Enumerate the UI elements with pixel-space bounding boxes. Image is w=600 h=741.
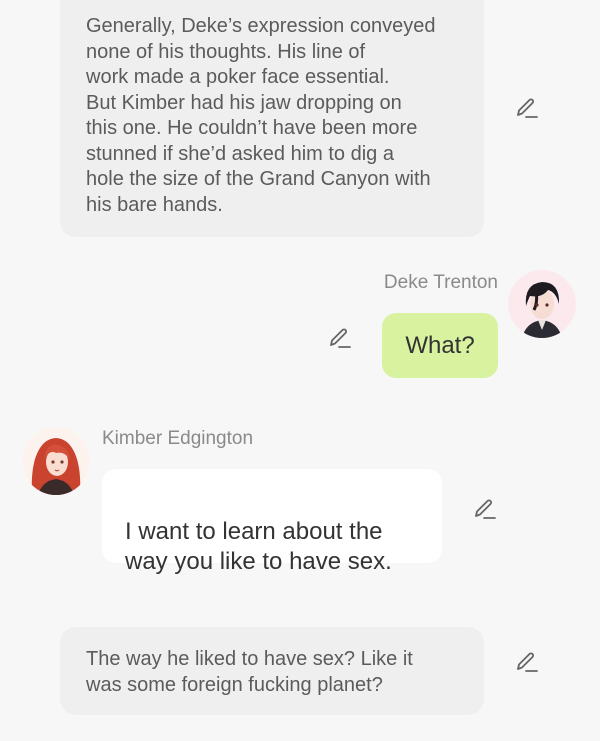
message-text: What? — [405, 331, 475, 359]
edit-icon[interactable] — [325, 324, 353, 352]
narration-bubble: Generally, Deke’s expression conveyed no… — [60, 0, 484, 237]
narration-text: The way he liked to have sex? Like it wa… — [86, 648, 413, 696]
message-text: I want to learn about the way you like t… — [125, 518, 392, 575]
chat-story-view: Generally, Deke’s expression conveyed no… — [0, 0, 600, 741]
speaker-name-deke: Deke Trenton — [383, 272, 498, 293]
message-bubble-kimber: I want to learn about the way you like t… — [102, 469, 442, 575]
avatar-kimber[interactable] — [22, 427, 90, 495]
edit-icon[interactable] — [470, 495, 498, 523]
message-bubble-deke: What? — [382, 313, 498, 378]
avatar-deke[interactable] — [508, 270, 576, 338]
narration-text: Generally, Deke’s expression conveyed no… — [86, 15, 436, 216]
speaker-name-kimber: Kimber Edgington — [102, 428, 254, 449]
edit-icon[interactable] — [512, 94, 540, 122]
edit-icon[interactable] — [512, 648, 540, 676]
narration-bubble: The way he liked to have sex? Like it wa… — [60, 627, 484, 715]
